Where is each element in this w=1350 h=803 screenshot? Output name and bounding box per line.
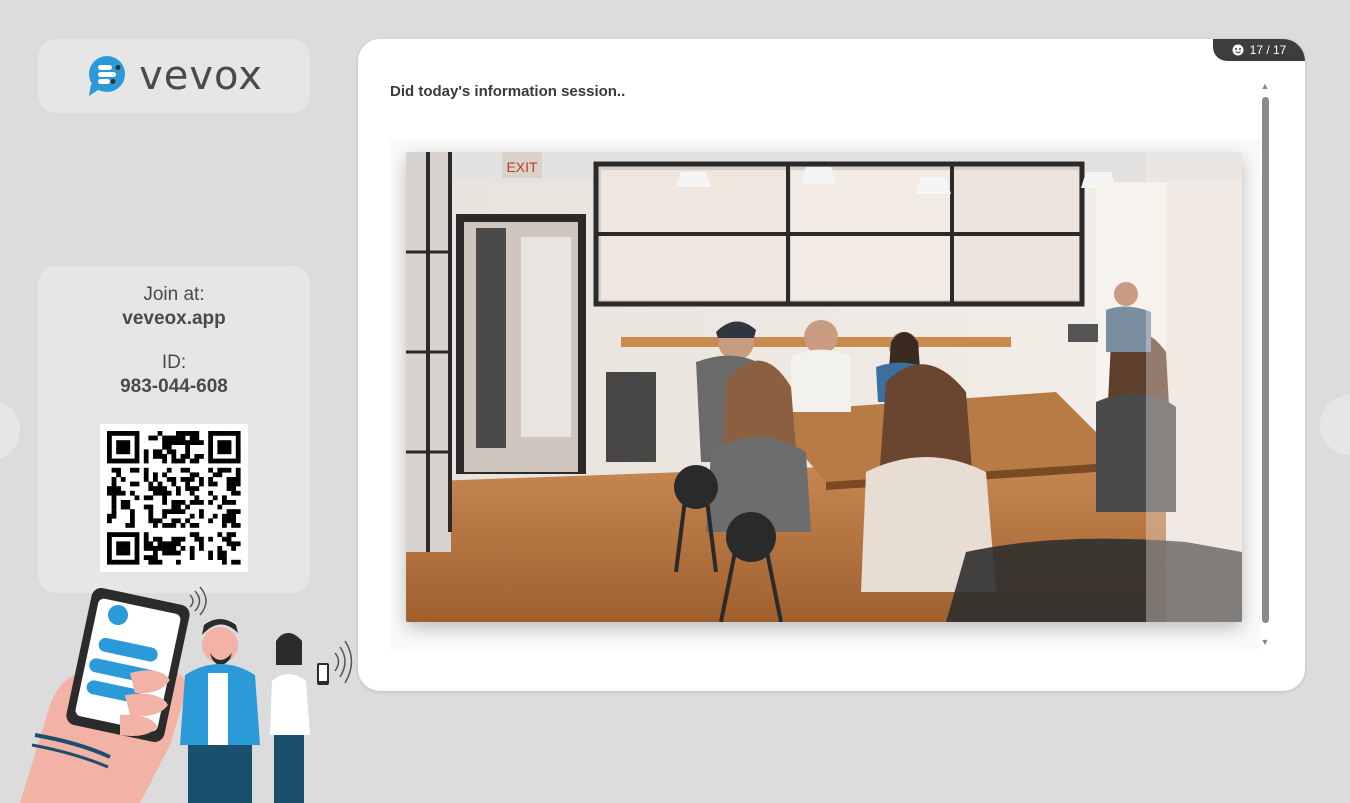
scroll-down-button[interactable]: ▼ [1260,637,1270,647]
image-container: EXIT [390,139,1260,649]
brand-name: vevox [139,53,263,99]
question-counter: 17 / 17 [1213,39,1305,61]
vevox-logo-icon [89,56,126,96]
logo-card: vevox [38,39,310,113]
join-label: Join at: [143,284,205,305]
scroll-up-button[interactable]: ▲ [1260,81,1270,91]
join-url[interactable]: veveox.app [38,308,310,330]
qr-code [100,424,248,572]
id-label: ID: [161,352,187,373]
office-meeting-photo: EXIT [406,152,1242,622]
question-title: Did today's information session.. [390,83,626,100]
scrollbar-thumb[interactable] [1262,97,1269,623]
counter-text: 17 / 17 [1249,43,1287,57]
background-decoration [0,400,20,460]
session-id: 983-044-608 [120,376,228,397]
smile-icon [1232,44,1244,56]
svg-text:EXIT: EXIT [506,159,538,175]
join-card: Join at: veveox.app ID: 983-044-608 [38,266,310,593]
people-with-phones-illustration [20,586,353,803]
background-decoration [1320,395,1350,455]
question-card: 17 / 17 Did today's information session.… [358,39,1305,691]
